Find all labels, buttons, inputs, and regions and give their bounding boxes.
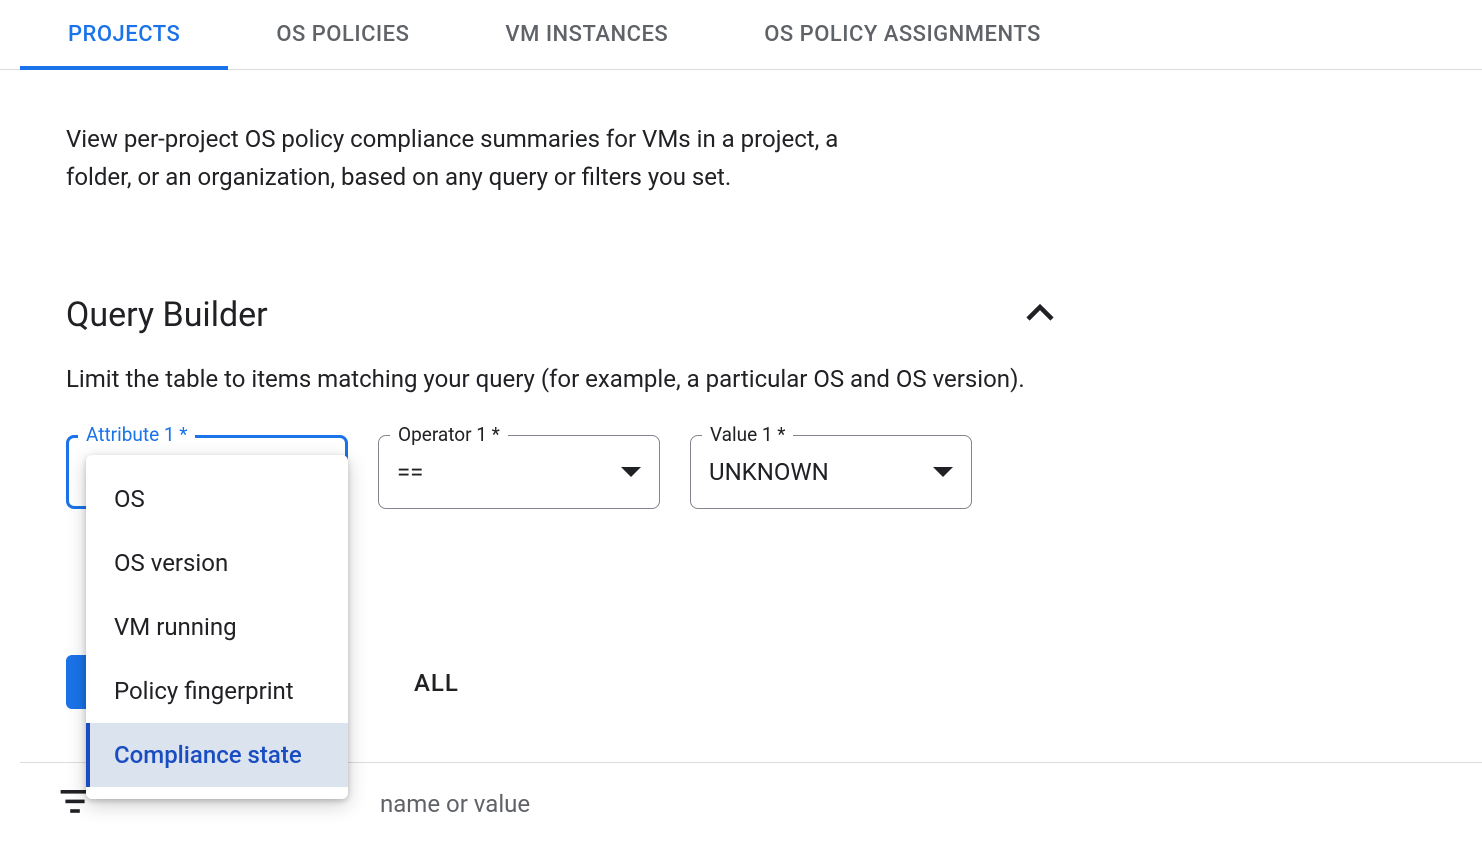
query-builder-description: Limit the table to items matching your q… — [66, 365, 1416, 393]
button-suffix-text: ALL — [414, 669, 459, 697]
tab-vm-instances[interactable]: VM INSTANCES — [457, 0, 716, 69]
dropdown-arrow-icon — [933, 467, 953, 477]
filter-placeholder: name or value — [380, 790, 530, 818]
dropdown-option-compliance-state[interactable]: Compliance state — [86, 723, 348, 787]
dropdown-arrow-icon — [621, 467, 641, 477]
operator-select[interactable]: == — [378, 435, 660, 509]
attribute-dropdown: OS OS version VM running Policy fingerpr… — [86, 455, 348, 799]
tab-bar: PROJECTS OS POLICIES VM INSTANCES OS POL… — [0, 0, 1482, 70]
query-row: Attribute 1 * OS OS version VM running P… — [66, 435, 1416, 509]
main-content: View per-project OS policy compliance su… — [0, 70, 1482, 509]
dropdown-option-os-version[interactable]: OS version — [86, 531, 348, 595]
dropdown-option-vm-running[interactable]: VM running — [86, 595, 348, 659]
collapse-toggle[interactable] — [1014, 287, 1066, 343]
value-label: Value 1 * — [702, 423, 793, 446]
dropdown-option-os[interactable]: OS — [86, 467, 348, 531]
dropdown-option-policy-fingerprint[interactable]: Policy fingerprint — [86, 659, 348, 723]
attribute-label: Attribute 1 * — [78, 423, 195, 446]
value-field-wrapper: Value 1 * UNKNOWN — [690, 435, 972, 509]
value-value: UNKNOWN — [709, 458, 829, 486]
tab-os-policies[interactable]: OS POLICIES — [228, 0, 457, 69]
tab-os-policy-assignments[interactable]: OS POLICY ASSIGNMENTS — [716, 0, 1089, 69]
page-description: View per-project OS policy compliance su… — [66, 120, 906, 197]
value-select[interactable]: UNKNOWN — [690, 435, 972, 509]
query-builder-title: Query Builder — [66, 295, 268, 335]
operator-field-wrapper: Operator 1 * == — [378, 435, 660, 509]
query-builder-header: Query Builder — [66, 287, 1066, 343]
operator-label: Operator 1 * — [390, 423, 508, 446]
operator-value: == — [397, 458, 423, 486]
tab-projects[interactable]: PROJECTS — [20, 0, 228, 69]
attribute-field-wrapper: Attribute 1 * OS OS version VM running P… — [66, 435, 348, 509]
chevron-up-icon — [1022, 295, 1058, 331]
